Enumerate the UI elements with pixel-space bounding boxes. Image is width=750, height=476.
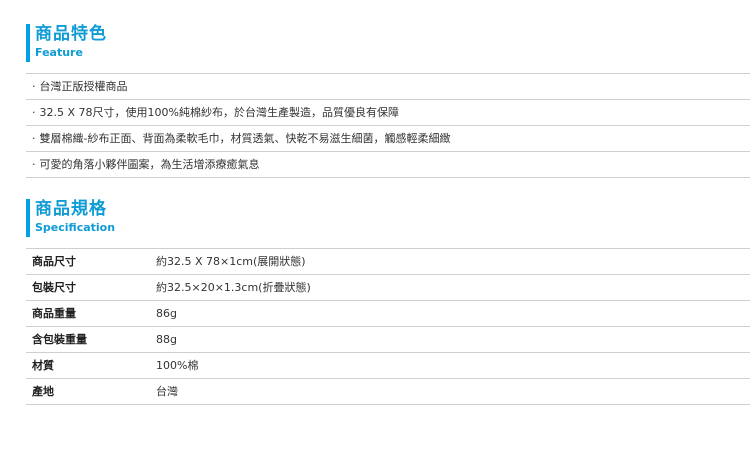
spec-row: 含包裝重量 88g — [26, 327, 750, 353]
spec-row: 包裝尺寸 約32.5×20×1.3cm(折疊狀態) — [26, 275, 750, 301]
section-accent-bar — [26, 24, 30, 62]
feature-item: · 32.5 X 78尺寸，使用100%純棉紗布，於台灣生產製造，品質優良有保障 — [26, 100, 750, 126]
spec-value: 86g — [156, 307, 177, 320]
bullet: · — [32, 132, 36, 145]
feature-item-text: 台灣正版授權商品 — [39, 80, 128, 93]
spec-subtitle: Specification — [35, 221, 116, 234]
spec-value: 台灣 — [156, 385, 178, 398]
feature-item: · 台灣正版授權商品 — [26, 74, 750, 100]
feature-item-text: 32.5 X 78尺寸，使用100%純棉紗布，於台灣生產製造，品質優良有保障 — [39, 106, 399, 119]
spec-label: 含包裝重量 — [32, 333, 87, 346]
spec-label: 商品尺寸 — [32, 255, 76, 268]
spec-value: 約32.5 X 78×1cm(展開狀態) — [156, 255, 306, 268]
spec-value: 88g — [156, 333, 177, 346]
feature-item-text: 可愛的角落小夥伴圖案，為生活增添療癒氣息 — [39, 158, 260, 171]
feature-subtitle: Feature — [35, 46, 83, 59]
feature-title: 商品特色 — [35, 24, 107, 44]
spec-section: 商品規格 Specification 商品尺寸 約32.5 X 78×1cm(展… — [26, 199, 750, 405]
feature-section: 商品特色 Feature · 台灣正版授權商品 · 32.5 X 78尺寸，使用10… — [26, 24, 750, 178]
spec-label: 產地 — [32, 385, 54, 398]
spec-label: 材質 — [32, 359, 54, 372]
feature-item-text: 雙層棉織-紗布正面、背面為柔軟毛巾，材質透氣、快乾不易滋生細菌，觸感輕柔細緻 — [39, 132, 451, 145]
bullet: · — [32, 158, 36, 171]
spec-label: 商品重量 — [32, 307, 76, 320]
bullet: · — [32, 80, 36, 93]
spec-title: 商品規格 — [35, 199, 107, 219]
spec-value: 約32.5×20×1.3cm(折疊狀態) — [156, 281, 311, 294]
bullet: · — [32, 106, 36, 119]
spec-row: 材質 100%棉 — [26, 353, 750, 379]
section-accent-bar — [26, 199, 30, 237]
spec-row: 商品尺寸 約32.5 X 78×1cm(展開狀態) — [26, 249, 750, 275]
spec-value: 100%棉 — [156, 359, 199, 372]
spec-label: 包裝尺寸 — [32, 281, 76, 294]
spec-header: 商品規格 Specification — [26, 199, 750, 249]
feature-header: 商品特色 Feature — [26, 24, 750, 74]
feature-item: · 可愛的角落小夥伴圖案，為生活增添療癒氣息 — [26, 152, 750, 178]
feature-item: · 雙層棉織-紗布正面、背面為柔軟毛巾，材質透氣、快乾不易滋生細菌，觸感輕柔細緻 — [26, 126, 750, 152]
spec-row: 產地 台灣 — [26, 379, 750, 405]
spec-row: 商品重量 86g — [26, 301, 750, 327]
